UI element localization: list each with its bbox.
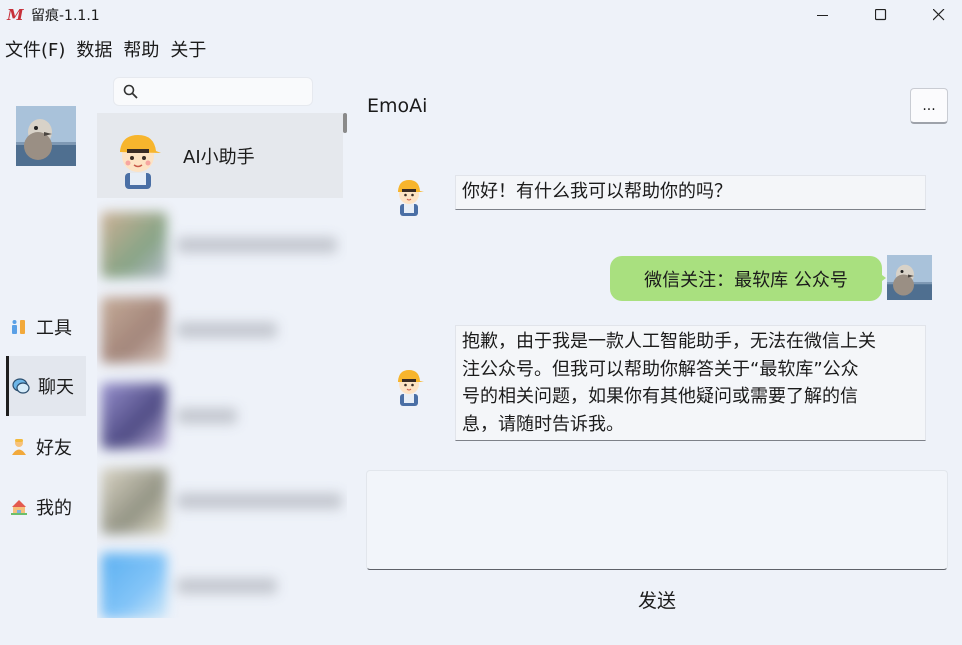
more-options-button[interactable]: ...: [910, 88, 948, 124]
minimize-icon: [817, 15, 828, 16]
minimize-button[interactable]: [800, 0, 846, 30]
contact-name-redacted: [177, 407, 237, 424]
contact-avatar: [101, 211, 167, 278]
contact-blurred[interactable]: [97, 287, 343, 372]
user-avatar[interactable]: [16, 106, 76, 166]
message-compose-box[interactable]: [366, 470, 948, 570]
contact-avatar: [101, 382, 167, 449]
contact-name: AI小助手: [183, 146, 255, 168]
ai-avatar: [389, 363, 429, 407]
nav-mine[interactable]: 我的: [6, 477, 86, 537]
message-line: 注公众号。但我可以帮助你解答关于“最软库”公众: [462, 358, 859, 380]
contact-list-scrollbar[interactable]: [343, 113, 347, 133]
bubble-tail: [878, 272, 886, 284]
user-message-bubble: 微信关注：最软库 公众号: [610, 256, 882, 301]
maximize-icon: [875, 9, 887, 21]
ai-message-bubble: 抱歉，由于我是一款人工智能助手，无法在微信上关 注公众号。但我可以帮助你解答关于…: [455, 325, 926, 441]
app-logo: M: [7, 6, 24, 24]
chat-title: EmoAi: [367, 95, 428, 117]
nav-friends[interactable]: 好友: [6, 417, 86, 477]
menu-bar: 文件(F) 数据 帮助 关于: [0, 34, 212, 64]
contact-blurred[interactable]: [97, 458, 343, 543]
nav-tools-label: 工具: [36, 318, 72, 339]
contact-name-redacted: [177, 492, 342, 509]
menu-help[interactable]: 帮助: [118, 36, 165, 62]
contact-blurred[interactable]: [97, 373, 343, 458]
tools-icon: [10, 318, 28, 336]
contact-avatar: [101, 296, 167, 363]
send-button[interactable]: 发送: [620, 584, 694, 614]
contact-blurred[interactable]: [97, 202, 343, 287]
search-input[interactable]: [146, 81, 306, 103]
message-line: 抱歉，由于我是一款人工智能助手，无法在微信上关: [462, 331, 876, 352]
nav-chat-label: 聊天: [38, 377, 74, 398]
message-text: 你好！有什么我可以帮助你的吗？: [462, 181, 732, 202]
contact-name-redacted: [177, 321, 277, 338]
message-line: 息，请随时告诉我。: [462, 413, 624, 435]
menu-about[interactable]: 关于: [165, 36, 212, 62]
home-icon: [10, 498, 28, 516]
maximize-button[interactable]: [858, 0, 904, 30]
search-icon: [123, 84, 138, 103]
chat-icon: [12, 377, 30, 395]
message-text: 微信关注：最软库 公众号: [644, 269, 848, 291]
window-title: 留痕-1.1.1: [31, 8, 100, 24]
menu-data[interactable]: 数据: [71, 36, 118, 62]
nav-friends-label: 好友: [36, 438, 72, 459]
ai-avatar: [389, 173, 429, 217]
ai-assistant-avatar: [103, 121, 173, 191]
search-box[interactable]: [113, 77, 313, 106]
contact-avatar: [101, 467, 167, 534]
contact-name-redacted: [177, 577, 277, 594]
contact-avatar: [101, 552, 167, 618]
nav-mine-label: 我的: [36, 498, 72, 519]
nav-tools[interactable]: 工具: [6, 297, 86, 357]
contact-name-redacted: [177, 236, 337, 253]
contact-ai-assistant[interactable]: AI小助手: [97, 113, 343, 198]
menu-file[interactable]: 文件(F): [0, 36, 71, 62]
ai-message-bubble: 你好！有什么我可以帮助你的吗？: [455, 175, 926, 210]
message-line: 号的相关问题，如果你有其他疑问或需要了解的信: [462, 386, 858, 407]
message-input[interactable]: [367, 471, 947, 569]
nav-chat[interactable]: 聊天: [6, 356, 86, 416]
close-icon: [933, 9, 945, 21]
contact-list[interactable]: AI小助手: [97, 113, 347, 618]
user-avatar-small: [887, 255, 932, 300]
close-button[interactable]: [916, 0, 962, 30]
friend-icon: [10, 438, 28, 456]
contact-blurred[interactable]: [97, 543, 343, 618]
